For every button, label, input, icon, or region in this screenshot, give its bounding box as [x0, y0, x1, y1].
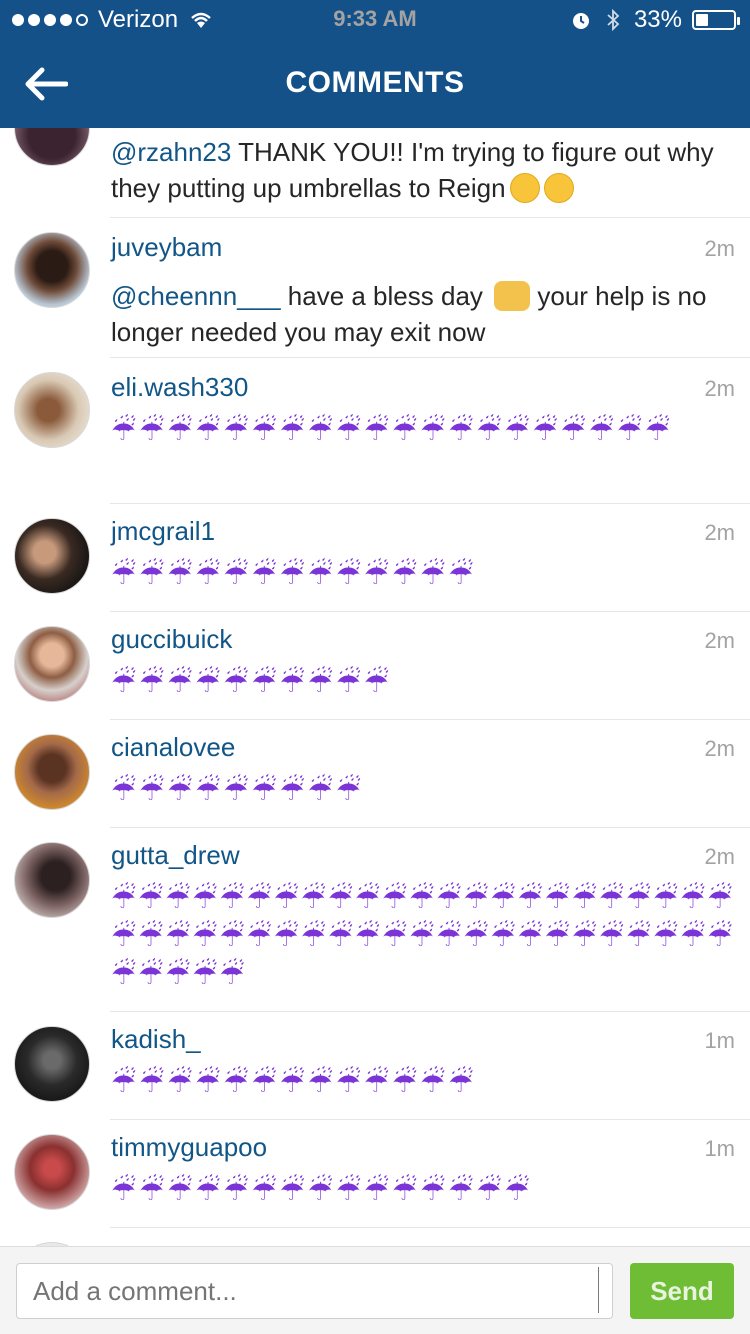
- list-item: jmcgrail1 2m ☔☔☔☔☔☔☔☔☔☔☔☔☔: [0, 504, 750, 612]
- comment-time: 2m: [704, 628, 735, 653]
- mention-link[interactable]: @cheennn___: [111, 281, 281, 311]
- username-link[interactable]: kadish_: [111, 1024, 201, 1055]
- comment-input[interactable]: [16, 1263, 613, 1319]
- comment-time: 1m: [704, 1028, 735, 1053]
- avatar[interactable]: [14, 1134, 90, 1210]
- username-link[interactable]: jmcgrail1: [111, 516, 215, 547]
- avatar[interactable]: [14, 518, 90, 594]
- mention-link[interactable]: @rzahn23: [111, 137, 231, 167]
- umbrella-emoji-text: ☔☔☔☔☔☔☔☔☔☔☔☔☔☔☔: [111, 1175, 533, 1206]
- avatar[interactable]: [14, 1026, 90, 1102]
- username-link[interactable]: cianalovee: [111, 732, 235, 763]
- avatar[interactable]: [14, 372, 90, 448]
- comment-list[interactable]: @rzahn23 THANK YOU!! I'm trying to figur…: [0, 128, 750, 1246]
- comment-time: 2m: [704, 736, 735, 761]
- avatar[interactable]: [14, 626, 90, 702]
- umbrella-emoji-text: ☔☔☔☔☔☔☔☔☔: [111, 775, 364, 806]
- username-link[interactable]: guccibuick: [111, 624, 232, 655]
- username-link[interactable]: juveybam: [111, 232, 222, 263]
- list-item: cianalovee 2m ☔☔☔☔☔☔☔☔☔: [0, 720, 750, 828]
- list-item: guccibuick 2m ☔☔☔☔☔☔☔☔☔☔: [0, 612, 750, 720]
- top-bar: Verizon 9:33 AM 33% COMMENTS: [0, 0, 750, 128]
- status-bar: Verizon 9:33 AM 33%: [0, 0, 750, 40]
- avatar[interactable]: [14, 128, 90, 166]
- username-link[interactable]: gutta_drew: [111, 840, 240, 871]
- username-link[interactable]: eli.wash330: [111, 372, 248, 403]
- list-item: juveybam 2m @cheennn___ have a bless day…: [0, 218, 750, 358]
- umbrella-emoji-text: ☔☔☔☔☔☔☔☔☔☔: [111, 667, 393, 698]
- raised-hands-icon: [494, 281, 531, 311]
- username-link[interactable]: timmyguapoo: [111, 1132, 267, 1163]
- battery-icon: [692, 10, 740, 30]
- hushed-face-icon: [509, 173, 540, 203]
- comment-text: @cheennn___ have a bless day your help i…: [111, 278, 738, 350]
- umbrella-emoji-text: ☔☔☔☔☔☔☔☔☔☔☔☔☔: [111, 559, 477, 590]
- list-item: timmyguapoo 1m ☔☔☔☔☔☔☔☔☔☔☔☔☔☔☔: [0, 1120, 750, 1228]
- comment-time: 2m: [704, 376, 735, 401]
- alarm-icon: [572, 13, 589, 29]
- comment-text: @rzahn23 THANK YOU!! I'm trying to figur…: [111, 134, 738, 206]
- umbrella-emoji-text: ☔☔☔☔☔☔☔☔☔☔☔☔☔☔☔☔☔☔☔☔: [111, 415, 674, 446]
- comment-time: 2m: [704, 520, 735, 545]
- umbrella-emoji-text: ☔☔☔☔☔☔☔☔☔☔☔☔☔☔☔☔☔☔☔☔☔☔☔☔☔☔☔☔☔☔☔☔☔☔☔☔☔☔☔☔…: [111, 883, 735, 990]
- list-item: kadish_ 1m ☔☔☔☔☔☔☔☔☔☔☔☔☔: [0, 1012, 750, 1120]
- comment-body: have a bless day: [280, 281, 483, 311]
- comment-time: 2m: [704, 844, 735, 869]
- avatar[interactable]: [14, 232, 90, 308]
- navigation-bar: COMMENTS: [0, 40, 750, 128]
- list-item: [0, 1228, 750, 1246]
- comment-composer: Send: [0, 1246, 750, 1334]
- send-button[interactable]: Send: [630, 1263, 734, 1319]
- list-item: eli.wash330 2m ☔☔☔☔☔☔☔☔☔☔☔☔☔☔☔☔☔☔☔☔: [0, 358, 750, 504]
- avatar[interactable]: [14, 734, 90, 810]
- list-item: @rzahn23 THANK YOU!! I'm trying to figur…: [0, 128, 750, 218]
- comment-time: 2m: [704, 236, 735, 261]
- umbrella-emoji-text: ☔☔☔☔☔☔☔☔☔☔☔☔☔: [111, 1067, 477, 1098]
- page-title: COMMENTS: [285, 66, 465, 99]
- avatar[interactable]: [14, 842, 90, 918]
- battery-percent: 33%: [633, 6, 682, 33]
- text-cursor: [598, 1267, 599, 1313]
- bluetooth-icon: [607, 9, 620, 31]
- comment-time: 1m: [704, 1136, 735, 1161]
- list-item: gutta_drew 2m ☔☔☔☔☔☔☔☔☔☔☔☔☔☔☔☔☔☔☔☔☔☔☔☔☔☔…: [0, 828, 750, 1012]
- confused-face-icon: [543, 173, 574, 203]
